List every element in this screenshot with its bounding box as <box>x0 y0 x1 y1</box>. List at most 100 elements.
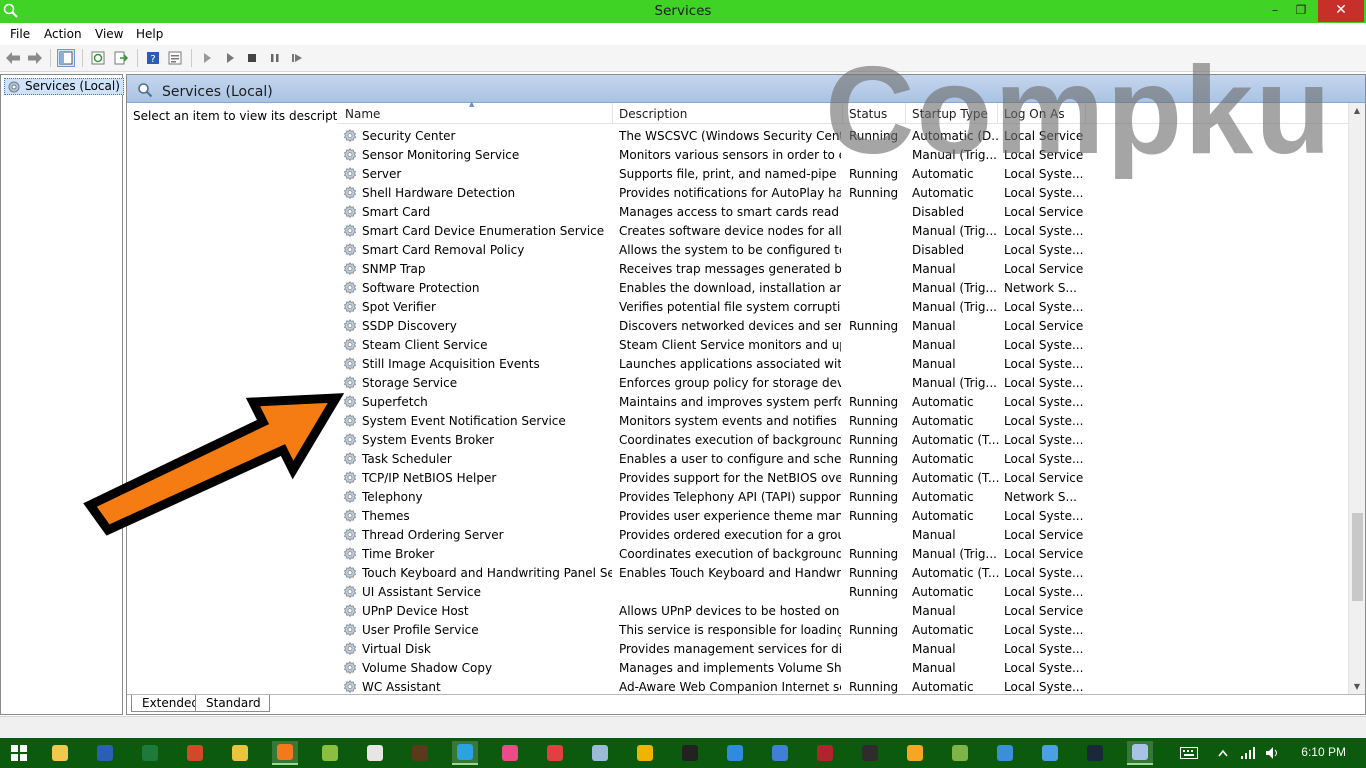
pause-service-icon[interactable] <box>266 49 284 67</box>
menu-view[interactable]: View <box>95 27 123 41</box>
menu-file[interactable]: File <box>10 27 30 41</box>
scroll-down-icon[interactable]: ▼ <box>1349 679 1365 695</box>
maximize-button[interactable]: ❐ <box>1288 0 1314 22</box>
service-description: Manages and implements Volume Sha... <box>619 661 841 675</box>
table-row[interactable]: Still Image Acquisition EventsLaunches a… <box>337 355 1349 374</box>
gear-icon[interactable] <box>992 741 1018 765</box>
table-row[interactable]: SNMP TrapReceives trap messages generate… <box>337 260 1349 279</box>
table-row[interactable]: Smart CardManages access to smart cards … <box>337 203 1349 222</box>
table-row[interactable]: SuperfetchMaintains and improves system … <box>337 393 1349 412</box>
app-icon[interactable] <box>587 741 613 765</box>
app-icon[interactable] <box>1037 741 1063 765</box>
table-row[interactable]: UI Assistant ServiceRunningAutomaticLoca… <box>337 583 1349 602</box>
network-signal-icon[interactable] <box>1235 741 1261 765</box>
app-icon[interactable] <box>317 741 343 765</box>
table-row[interactable]: Spot VerifierVerifies potential file sys… <box>337 298 1349 317</box>
file-explorer-icon[interactable] <box>47 741 73 765</box>
powerpoint-icon[interactable] <box>182 741 208 765</box>
help-icon[interactable]: ? <box>144 49 162 67</box>
column-header-startup-type[interactable]: Startup Type <box>912 107 988 121</box>
service-startup-type: Manual <box>912 319 1000 333</box>
start-windows-icon[interactable] <box>6 741 32 765</box>
menu-help[interactable]: Help <box>136 27 163 41</box>
column-header-status[interactable]: Status <box>849 107 887 121</box>
app-icon[interactable] <box>857 741 883 765</box>
table-row[interactable]: Shell Hardware DetectionProvides notific… <box>337 184 1349 203</box>
table-row[interactable]: TelephonyProvides Telephony API (TAPI) s… <box>337 488 1349 507</box>
service-startup-type: Manual (Trig... <box>912 547 1000 561</box>
table-row[interactable]: ServerSupports file, print, and named-pi… <box>337 165 1349 184</box>
table-row[interactable]: System Events BrokerCoordinates executio… <box>337 431 1349 450</box>
terminal-icon[interactable] <box>677 741 703 765</box>
service-description: Enables the download, installation and .… <box>619 281 841 295</box>
table-row[interactable]: Time BrokerCoordinates execution of back… <box>337 545 1349 564</box>
service-description: Launches applications associated with s.… <box>619 357 841 371</box>
table-row[interactable]: Smart Card Device Enumeration ServiceCre… <box>337 222 1349 241</box>
steam-icon[interactable] <box>1082 741 1108 765</box>
table-row[interactable]: Security CenterThe WSCSVC (Windows Secur… <box>337 127 1349 146</box>
service-startup-type: Automatic <box>912 680 1000 694</box>
restart-service-icon[interactable] <box>288 49 306 67</box>
service-description: Allows UPnP devices to be hosted on th..… <box>619 604 841 618</box>
clock-icon[interactable] <box>767 741 793 765</box>
table-row[interactable]: Task SchedulerEnables a user to configur… <box>337 450 1349 469</box>
volume-icon[interactable] <box>1260 741 1286 765</box>
properties-icon[interactable] <box>166 49 184 67</box>
taskbar-clock[interactable]: 6:10 PM <box>1301 745 1346 759</box>
word-icon[interactable] <box>92 741 118 765</box>
vertical-scrollbar[interactable]: ▲ ▼ <box>1348 103 1365 695</box>
forward-arrow-icon[interactable] <box>26 49 44 67</box>
show-hidden-icons-chevron-icon[interactable] <box>1210 741 1236 765</box>
app-icon[interactable] <box>722 741 748 765</box>
table-row[interactable]: Smart Card Removal PolicyAllows the syst… <box>337 241 1349 260</box>
table-row[interactable]: Virtual DiskProvides management services… <box>337 640 1349 659</box>
back-arrow-icon[interactable] <box>4 49 22 67</box>
close-button[interactable]: ✕ <box>1318 0 1364 22</box>
table-row[interactable]: SSDP DiscoveryDiscovers networked device… <box>337 317 1349 336</box>
export-list-icon[interactable] <box>112 49 130 67</box>
column-header-log-on-as[interactable]: Log On As <box>1004 107 1065 121</box>
start-service-icon[interactable] <box>198 49 216 67</box>
scrollbar-thumb[interactable] <box>1352 513 1363 601</box>
chrome-icon[interactable] <box>227 741 253 765</box>
column-header-description[interactable]: Description <box>619 107 687 121</box>
refresh-icon[interactable] <box>89 49 107 67</box>
service-gear-icon <box>343 414 357 431</box>
minimize-button[interactable]: – <box>1262 0 1288 22</box>
table-row[interactable]: System Event Notification ServiceMonitor… <box>337 412 1349 431</box>
table-row[interactable]: Touch Keyboard and Handwriting Panel Ser… <box>337 564 1349 583</box>
telegram-icon[interactable] <box>452 741 478 765</box>
stop-service-icon[interactable] <box>243 49 261 67</box>
column-header-name[interactable]: Name <box>345 107 380 121</box>
app-icon[interactable] <box>632 741 658 765</box>
table-row[interactable]: Software ProtectionEnables the download,… <box>337 279 1349 298</box>
table-row[interactable]: Volume Shadow CopyManages and implements… <box>337 659 1349 678</box>
table-row[interactable]: Sensor Monitoring ServiceMonitors variou… <box>337 146 1349 165</box>
start-service-alt-icon[interactable] <box>221 49 239 67</box>
table-row[interactable]: User Profile ServiceThis service is resp… <box>337 621 1349 640</box>
service-startup-type: Disabled <box>912 205 1000 219</box>
show-hide-console-tree-icon[interactable] <box>57 49 75 67</box>
tree-node-services-local[interactable]: Services (Local) <box>4 78 124 95</box>
scroll-up-icon[interactable]: ▲ <box>1349 103 1365 119</box>
table-row[interactable]: Steam Client ServiceSteam Client Service… <box>337 336 1349 355</box>
table-row[interactable]: ThemesProvides user experience theme man… <box>337 507 1349 526</box>
app-icon[interactable] <box>947 741 973 765</box>
osu-icon[interactable] <box>497 741 523 765</box>
table-row[interactable]: Thread Ordering ServerProvides ordered e… <box>337 526 1349 545</box>
app-icon[interactable] <box>542 741 568 765</box>
app-icon[interactable] <box>902 741 928 765</box>
services-icon[interactable] <box>1127 741 1153 765</box>
table-row[interactable]: UPnP Device HostAllows UPnP devices to b… <box>337 602 1349 621</box>
media-icon[interactable] <box>407 741 433 765</box>
table-row[interactable]: Storage ServiceEnforces group policy for… <box>337 374 1349 393</box>
excel-icon[interactable] <box>137 741 163 765</box>
app-icon[interactable] <box>812 741 838 765</box>
service-log-on-as: Network S... <box>1004 490 1084 504</box>
menu-action[interactable]: Action <box>44 27 82 41</box>
app-icon[interactable] <box>362 741 388 765</box>
keyboard-icon[interactable] <box>1176 741 1202 765</box>
tab-standard[interactable]: Standard <box>195 695 270 712</box>
table-row[interactable]: TCP/IP NetBIOS HelperProvides support fo… <box>337 469 1349 488</box>
firefox-icon[interactable] <box>272 741 298 765</box>
